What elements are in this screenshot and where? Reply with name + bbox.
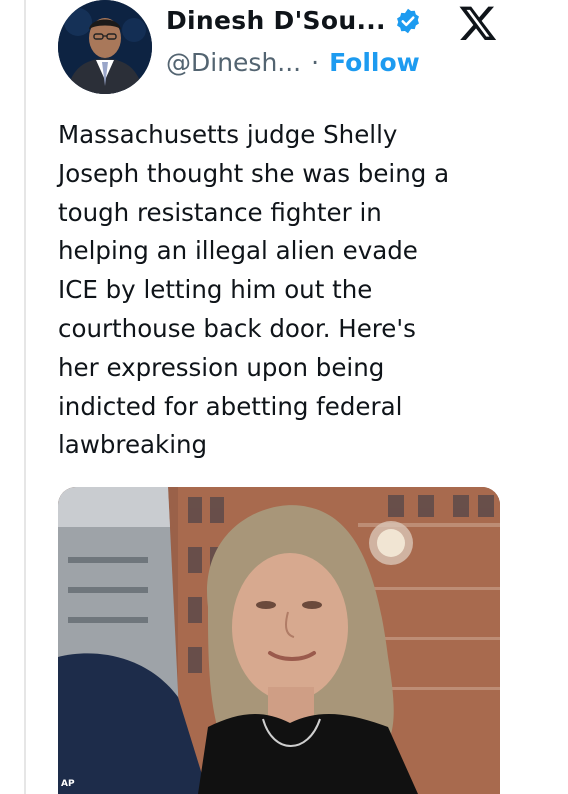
separator-dot: · <box>311 48 320 77</box>
tweet-text: Massachusetts judge Shelly Joseph though… <box>58 120 450 460</box>
author-handle-row: @Dinesh... · Follow <box>166 48 420 77</box>
author-name-row: Dinesh D'Sou... <box>166 6 422 35</box>
thread-divider-line <box>24 0 26 794</box>
tweet-media-photo[interactable] <box>58 487 500 794</box>
x-logo-icon[interactable] <box>458 3 498 43</box>
photo-credit: AP <box>61 779 75 789</box>
tweet-header: Dinesh D'Sou... @Dinesh... · Follow <box>58 0 568 100</box>
author-handle[interactable]: @Dinesh... <box>166 48 301 77</box>
verified-badge-icon <box>394 7 422 35</box>
follow-button[interactable]: Follow <box>329 48 420 77</box>
avatar[interactable] <box>58 0 152 94</box>
author-display-name[interactable]: Dinesh D'Sou... <box>166 6 386 35</box>
